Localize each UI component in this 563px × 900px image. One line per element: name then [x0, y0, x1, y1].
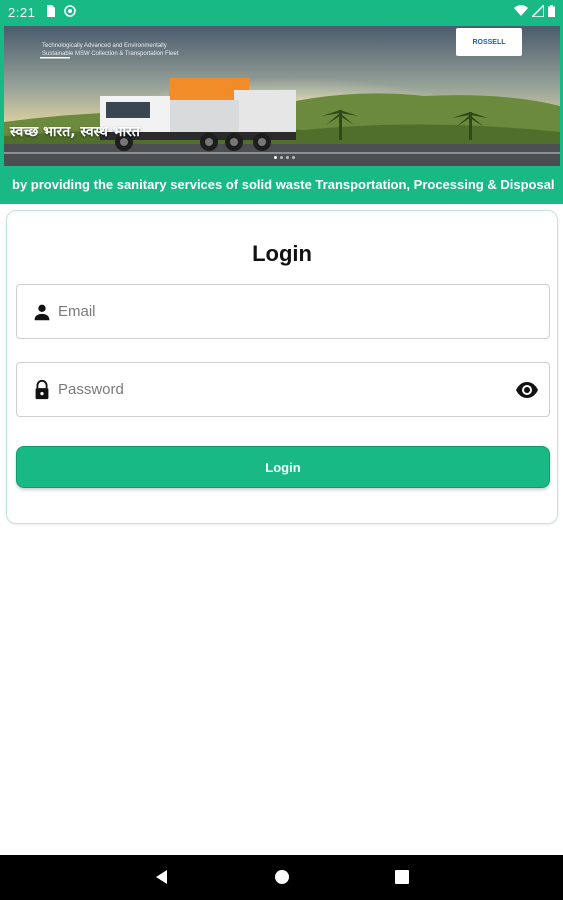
carousel-indicator — [274, 156, 295, 159]
scrolling-marquee: by providing the sanitary services of so… — [12, 177, 555, 192]
banner-carousel[interactable]: Technologically Advanced and Environment… — [4, 26, 560, 166]
company-logo: ROSSELL — [456, 28, 522, 56]
battery-icon — [548, 4, 555, 20]
login-card: Login Login — [6, 210, 558, 524]
status-bar: 2:21 — [0, 0, 563, 24]
eye-icon[interactable] — [515, 379, 539, 401]
header-banner-area: Technologically Advanced and Environment… — [0, 24, 563, 204]
sim-card-icon — [45, 4, 56, 20]
login-screen: 2:21 Technologically Advanced and Enviro… — [0, 0, 563, 900]
home-icon[interactable] — [272, 867, 292, 887]
signal-icon — [530, 2, 545, 20]
navigation-bar — [0, 855, 563, 900]
wifi-icon — [514, 4, 528, 20]
vpn-icon — [64, 4, 77, 20]
carousel-dot[interactable] — [274, 156, 277, 159]
status-right-icons — [514, 2, 555, 20]
recents-icon[interactable] — [392, 867, 412, 887]
back-icon[interactable] — [152, 867, 172, 887]
email-field[interactable] — [16, 284, 550, 339]
banner-tagline: Technologically Advanced and Environment… — [42, 43, 179, 57]
status-time: 2:21 — [8, 4, 36, 20]
email-input[interactable] — [58, 285, 508, 338]
carousel-dot[interactable] — [280, 156, 283, 159]
password-field[interactable] — [16, 362, 550, 417]
banner-slogan: स्वच्छ भारत, स्वस्थ भारत — [10, 124, 140, 140]
person-icon — [31, 301, 53, 323]
carousel-dot[interactable] — [292, 156, 295, 159]
carousel-dot[interactable] — [286, 156, 289, 159]
login-button[interactable]: Login — [16, 446, 550, 488]
password-input[interactable] — [58, 363, 508, 416]
lock-icon — [31, 379, 53, 401]
login-title: Login — [252, 241, 312, 266]
